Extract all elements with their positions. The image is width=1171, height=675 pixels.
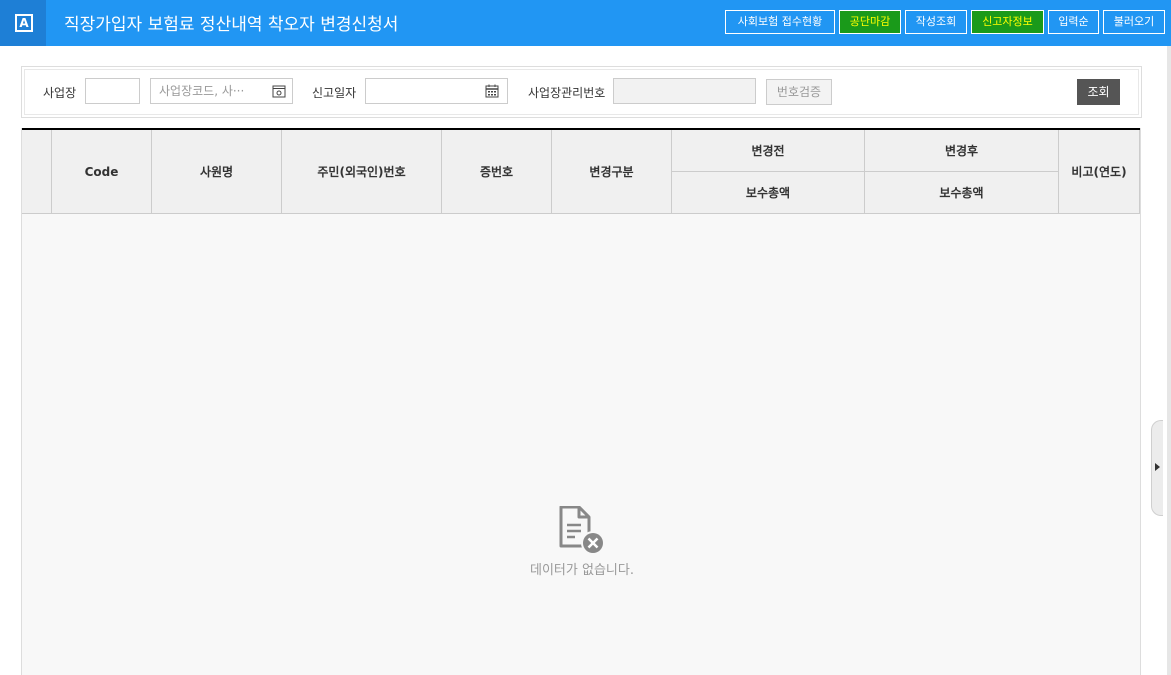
workplace-code-field[interactable] <box>85 78 140 104</box>
lookup-icon[interactable] <box>272 84 286 98</box>
report-date-field[interactable] <box>365 78 508 104</box>
header-resident-number[interactable]: 주민(외국인)번호 <box>282 130 442 213</box>
mgmt-no-label: 사업장관리번호 <box>528 86 606 100</box>
header-after-total-pay[interactable]: 보수총액 <box>865 172 1059 213</box>
header-code[interactable]: Code <box>52 130 152 213</box>
header-remarks-year[interactable]: 비고(연도) <box>1059 130 1140 213</box>
app-logo: A <box>0 0 46 46</box>
workplace-name-field[interactable] <box>150 78 293 104</box>
load-button[interactable]: 불러오기 <box>1103 10 1165 34</box>
write-inquiry-button[interactable]: 작성조회 <box>905 10 967 34</box>
page-title: 직장가입자 보험료 정산내역 착오자 변경신청서 <box>64 15 399 35</box>
side-panel-toggle[interactable] <box>1151 420 1163 516</box>
row-select-header[interactable] <box>22 130 52 213</box>
header-before: 변경전 <box>672 130 865 172</box>
empty-message: 데이터가 없습니다. <box>530 563 634 578</box>
mgmt-no-input <box>614 79 755 103</box>
data-grid: Code 사원명 주민(외국인)번호 증번호 변경구분 변경전 보수총액 변경후… <box>21 128 1141 675</box>
input-order-button[interactable]: 입력순 <box>1048 10 1099 34</box>
workplace-code-input[interactable] <box>86 79 139 103</box>
social-insurance-status-button[interactable]: 사회보험 접수현황 <box>725 10 835 34</box>
mgmt-no-field <box>613 78 756 104</box>
reporter-info-button[interactable]: 신고자정보 <box>971 10 1044 34</box>
app-logo-icon: A <box>15 14 33 32</box>
header-after: 변경후 <box>865 130 1059 172</box>
verify-number-button[interactable]: 번호검증 <box>766 79 832 105</box>
chevron-right-icon <box>1155 463 1160 471</box>
header-employee-name[interactable]: 사원명 <box>152 130 282 213</box>
report-date-label: 신고일자 <box>312 86 357 100</box>
calendar-icon[interactable] <box>485 84 499 98</box>
side-panel-strip <box>1167 46 1171 675</box>
workplace-name-input[interactable] <box>151 79 292 103</box>
nhis-closing-button[interactable]: 공단마감 <box>839 10 901 34</box>
header-before-total-pay[interactable]: 보수총액 <box>672 172 865 213</box>
title-bar: A 직장가입자 보험료 정산내역 착오자 변경신청서 사회보험 접수현황 공단마… <box>0 0 1171 46</box>
header-change-type[interactable]: 변경구분 <box>552 130 672 213</box>
no-data-icon <box>559 506 605 555</box>
grid-header: Code 사원명 주민(외국인)번호 증번호 변경구분 변경전 보수총액 변경후… <box>22 128 1140 214</box>
search-button[interactable]: 조회 <box>1077 79 1120 105</box>
workplace-label: 사업장 <box>43 86 77 100</box>
header-cert-number[interactable]: 증번호 <box>442 130 552 213</box>
